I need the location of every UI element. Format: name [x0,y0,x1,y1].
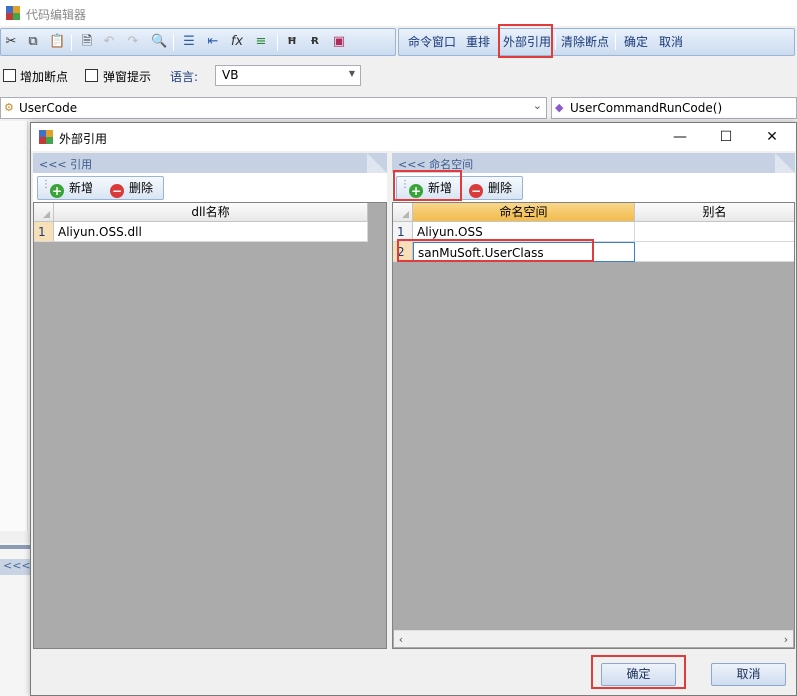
namespaces-header[interactable]: <<< 命名空间 [392,153,795,173]
table-cell-dll[interactable]: Aliyun.OSS.dll [54,222,368,242]
namespaces-toolbar: ⋮ + 新增 − 删除 [396,176,523,200]
dialog-title-bar: 外部引用 — ☐ ✕ [31,123,796,151]
undo-icon[interactable]: ↶ [101,34,117,50]
row-header[interactable]: 1 [393,222,413,242]
add-icon: + [409,184,423,198]
list-icon[interactable]: ≡ [253,34,269,50]
column-namespace[interactable]: 命名空间 [413,203,635,222]
command-toolbar: 命令窗口 重排 外部引用 清除断点 确定 取消 [398,28,795,56]
app-title: 代码编辑器 [26,8,87,22]
column-dll-name[interactable]: dll名称 [54,203,368,222]
find-icon[interactable]: 🔍 [151,34,167,50]
paste-icon[interactable]: 📋 [49,34,65,50]
app-icon [6,6,20,20]
add-namespace-button[interactable]: + 新增 [409,180,453,198]
editor-hscroll[interactable] [0,531,30,543]
namespaces-pane: <<< 命名空间 ⋮ + 新增 − 删除 命名空间 别名 1 Aliyun.OSS … [392,153,795,649]
references-header-label: <<< 引用 [39,158,93,171]
dialog-icon [39,130,53,144]
references-grid[interactable]: dll名称 1 Aliyun.OSS.dll [33,202,387,649]
horizontal-scrollbar[interactable]: ‹ › [394,630,793,647]
clear-breakpoints-button[interactable]: 清除断点 [558,32,612,53]
method-combo[interactable]: ◆ UserCommandRunCode() [551,97,797,119]
class-icon: ⚙ [4,101,14,114]
bottom-panel-collapse[interactable]: <<< [0,559,31,575]
table-cell-namespace[interactable]: Aliyun.OSS [413,222,635,242]
uncomment-icon[interactable]: Ɍ [307,34,323,50]
references-header[interactable]: <<< 引用 [33,153,387,173]
editor-gutter [0,121,28,531]
class-combo-value: UserCode [19,101,78,115]
outdent-icon[interactable]: ⇤ [205,34,221,50]
row-header[interactable]: 2 [393,242,413,262]
add-breakpoint-checkbox[interactable] [3,69,16,82]
chevron-down-icon: ▼ [348,69,355,78]
add-reference-button[interactable]: + 新增 [50,180,94,198]
popup-hint-label: 弹窗提示 [103,70,152,84]
external-reference-dialog: 外部引用 — ☐ ✕ <<< 引用 ⋮ + 新增 − 删除 dll名称 1 Aliy… [30,122,797,696]
delete-namespace-label: 删除 [488,181,513,195]
dialog-cancel-button[interactable]: 取消 [711,663,786,686]
table-cell-namespace-editing[interactable]: sanMuSoft.UserClass [413,242,635,262]
language-label: 语言: [170,70,199,84]
grid-corner[interactable] [393,203,413,222]
language-value: VB [222,68,239,82]
maximize-icon[interactable]: ☐ [703,123,749,151]
add-icon: + [50,184,64,198]
command-window-button[interactable]: 命令窗口 [405,32,459,53]
toolbar-ok-button[interactable]: 确定 [621,32,651,53]
delete-icon: − [469,184,483,198]
namespaces-grid[interactable]: 命名空间 别名 1 Aliyun.OSS 2 sanMuSoft.UserCla… [392,202,795,649]
scroll-right-icon[interactable]: › [779,631,793,648]
minimize-icon[interactable]: — [657,123,703,151]
row-header[interactable]: 1 [34,222,54,242]
delete-reference-button[interactable]: − 删除 [110,180,154,198]
app-title-bar: 代码编辑器 [0,0,797,26]
method-combo-value: UserCommandRunCode() [570,101,723,115]
splitter[interactable] [0,545,30,549]
toolbar-cancel-button[interactable]: 取消 [656,32,686,53]
scroll-left-icon[interactable]: ‹ [394,631,408,648]
options-bar: 增加断点 弹窗提示 语言: VB ▼ [0,60,797,92]
cut-icon[interactable]: ✂ [3,34,19,50]
copy-icon[interactable]: ⧉ [25,34,41,50]
document-icon[interactable]: 🗎 [79,34,95,50]
add-breakpoint-label: 增加断点 [20,70,69,84]
namespaces-header-label: <<< 命名空间 [398,158,474,171]
delete-reference-label: 删除 [129,181,154,195]
save-icon[interactable]: ▣ [331,34,347,50]
grid-corner[interactable] [34,203,54,222]
references-toolbar: ⋮ + 新增 − 删除 [37,176,164,200]
dialog-ok-button[interactable]: 确定 [601,663,676,686]
delete-namespace-button[interactable]: − 删除 [469,180,513,198]
class-combo[interactable]: ⚙ UserCode ⌄ [0,97,547,119]
reformat-button[interactable]: 重排 [463,32,493,53]
indent-icon[interactable]: ☰ [181,34,197,50]
popup-hint-checkbox[interactable] [85,69,98,82]
add-reference-label: 新增 [69,181,94,195]
delete-icon: − [110,184,124,198]
close-icon[interactable]: ✕ [749,123,795,151]
references-pane: <<< 引用 ⋮ + 新增 − 删除 dll名称 1 Aliyun.OSS.dll [33,153,387,649]
table-cell-alias[interactable] [635,222,794,242]
method-icon: ◆ [555,101,564,114]
editor-toolbar: ✂ ⧉ 📋 🗎 ↶ ↷ 🔍 ☰ ⇤ fx ≡ Ħ Ɍ ▣ [0,28,396,56]
column-alias[interactable]: 别名 [635,203,794,222]
language-select[interactable]: VB ▼ [215,65,361,86]
table-cell-alias[interactable] [635,242,794,262]
chevron-down-icon: ⌄ [532,99,542,112]
add-namespace-label: 新增 [428,181,453,195]
function-icon[interactable]: fx [229,34,245,50]
comment-icon[interactable]: Ħ [284,34,300,50]
external-reference-button[interactable]: 外部引用 [500,32,554,53]
redo-icon[interactable]: ↷ [125,34,141,50]
dialog-title: 外部引用 [59,132,108,146]
